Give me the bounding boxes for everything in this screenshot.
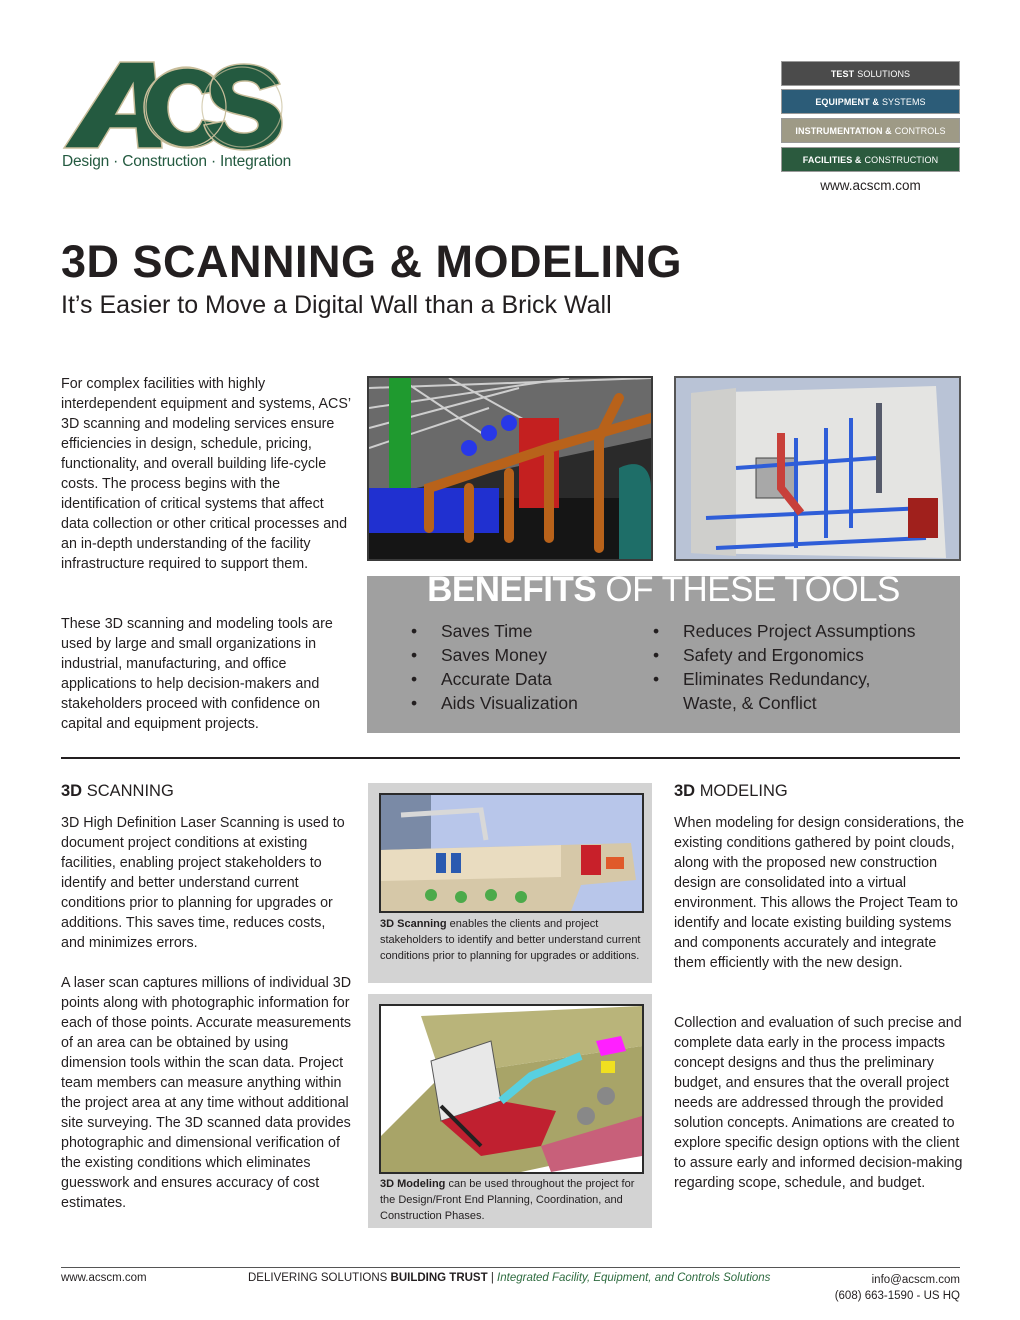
- benefit-label: Safety and Ergonomics: [683, 645, 864, 665]
- modeling-figure: 3D Modeling can be used throughout the p…: [368, 994, 652, 1228]
- footer-divider: [61, 1267, 960, 1268]
- badge-bold: FACILITIES &: [802, 154, 862, 165]
- benefit-item: • Aids Visualization: [411, 691, 578, 715]
- scanning-heading: 3D SCANNING: [61, 782, 174, 801]
- heading-bold: 3D: [674, 782, 696, 800]
- slogan-separator: |: [490, 1272, 494, 1284]
- bullet-icon: •: [653, 669, 660, 689]
- logo-tagline: Design · Construction · Integration: [62, 153, 292, 170]
- caption-bold: 3D Scanning: [380, 918, 447, 930]
- division-badge-instrumentation-controls[interactable]: INSTRUMENTATION & CONTROLS: [781, 118, 960, 143]
- bullet-icon: •: [411, 645, 418, 665]
- slogan-light: DELIVERING SOLUTIONS: [248, 1272, 388, 1284]
- badge-bold: TEST: [830, 68, 855, 79]
- benefit-item: • Accurate Data: [411, 667, 578, 691]
- badge-bold: EQUIPMENT &: [815, 96, 879, 107]
- benefits-title: BENEFITS OF THESE TOOLS: [367, 570, 960, 610]
- footer-email-link[interactable]: info@acscm.com: [835, 1272, 960, 1288]
- heading-bold: 3D: [61, 782, 83, 800]
- footer-phone: (608) 663-1590 - US HQ: [834, 1290, 960, 1302]
- benefit-label: Saves Money: [441, 645, 548, 665]
- page-subtitle: It’s Easier to Move a Digital Wall than …: [61, 291, 612, 319]
- benefits-list-left: • Saves Time • Saves Money • Accurate Data …: [411, 619, 578, 715]
- benefits-title-bold: BENEFITS: [427, 570, 597, 609]
- division-badge-equipment-systems[interactable]: EQUIPMENT & SYSTEMS: [781, 89, 960, 114]
- scanning-figure: 3D Scanning enables the clients and proj…: [368, 783, 652, 983]
- caption-bold: 3D Modeling: [380, 1178, 446, 1190]
- section-divider: [61, 757, 960, 759]
- laser-scan-wall-image: [674, 376, 961, 561]
- header-website-link[interactable]: www.acscm.com: [781, 178, 960, 193]
- footer-contact: info@acscm.com (608) 663-1590 - US HQ: [835, 1272, 960, 1304]
- bullet-icon: •: [653, 621, 660, 641]
- slogan-bold: BUILDING TRUST: [390, 1272, 488, 1284]
- acs-logo-mark: [62, 61, 283, 151]
- modeling-heading: 3D MODELING: [674, 782, 788, 801]
- benefit-label: Waste, & Conflict: [683, 693, 817, 713]
- benefit-item: • Reduces Project Assumptions: [653, 619, 915, 643]
- benefit-label: Reduces Project Assumptions: [683, 621, 916, 641]
- scanning-figure-caption: 3D Scanning enables the clients and proj…: [380, 916, 642, 964]
- footer-website-link[interactable]: www.acscm.com: [61, 1272, 147, 1284]
- bullet-icon: •: [411, 669, 418, 689]
- scan-cross-section-illustration: [381, 795, 642, 911]
- badge-light: CONSTRUCTION: [864, 154, 939, 165]
- intro-paragraph-2: These 3D scanning and modeling tools are…: [61, 616, 333, 732]
- model-layout-illustration: [381, 1006, 642, 1172]
- scanning-paragraph-2: A laser scan captures millions of indivi…: [61, 975, 352, 1211]
- benefits-list-right: • Reduces Project Assumptions • Safety and…: [653, 619, 915, 715]
- badge-light: SOLUTIONS: [857, 68, 911, 79]
- benefit-item: • Saves Time: [411, 619, 578, 643]
- model-layout-image: [379, 1004, 644, 1174]
- benefit-label: Aids Visualization: [441, 693, 578, 713]
- slogan-italic: Integrated Facility, Equipment, and Cont…: [497, 1272, 771, 1284]
- modeling-figure-caption: 3D Modeling can be used throughout the p…: [380, 1176, 642, 1224]
- benefit-item: • Eliminates Redundancy,: [653, 667, 915, 691]
- modeling-paragraph-2: Collection and evaluation of such precis…: [674, 1015, 963, 1191]
- scan-cross-section-image: [379, 793, 644, 913]
- benefit-label: Saves Time: [441, 621, 533, 641]
- benefit-label: Eliminates Redundancy,: [683, 669, 871, 689]
- bim-piping-image: [367, 376, 653, 561]
- bim-piping-illustration: [369, 378, 651, 559]
- bullet-icon: •: [411, 693, 418, 713]
- division-badge-test-solutions[interactable]: TEST SOLUTIONS: [781, 61, 960, 86]
- benefits-title-light: OF THESE TOOLS: [605, 570, 900, 609]
- acs-logo: Design · Construction · Integration: [62, 60, 291, 172]
- scanning-paragraph-1: 3D High Definition Laser Scanning is use…: [61, 815, 345, 951]
- benefit-item-continuation: Waste, & Conflict: [653, 691, 915, 715]
- badge-bold: INSTRUMENTATION &: [795, 125, 892, 136]
- intro-paragraph-1: For complex facilities with highly inter…: [61, 376, 351, 572]
- page-title: 3D SCANNING & MODELING: [61, 236, 683, 287]
- footer-slogan: DELIVERING SOLUTIONS BUILDING TRUST | In…: [248, 1272, 770, 1284]
- benefits-panel: BENEFITS OF THESE TOOLS • Saves Time • Sav…: [367, 570, 960, 733]
- badge-light: CONTROLS: [894, 125, 946, 136]
- badge-light: SYSTEMS: [881, 96, 926, 107]
- heading-light: SCANNING: [86, 782, 174, 800]
- benefit-item: • Saves Money: [411, 643, 578, 667]
- bullet-icon: •: [653, 645, 660, 665]
- modeling-paragraph-1: When modeling for design considerations,…: [674, 815, 965, 971]
- laser-scan-illustration: [676, 378, 959, 559]
- benefit-label: Accurate Data: [441, 669, 552, 689]
- heading-light: MODELING: [699, 782, 788, 800]
- bullet-icon: •: [411, 621, 418, 641]
- division-badge-facilities-construction[interactable]: FACILITIES & CONSTRUCTION: [781, 147, 960, 172]
- benefit-item: • Safety and Ergonomics: [653, 643, 915, 667]
